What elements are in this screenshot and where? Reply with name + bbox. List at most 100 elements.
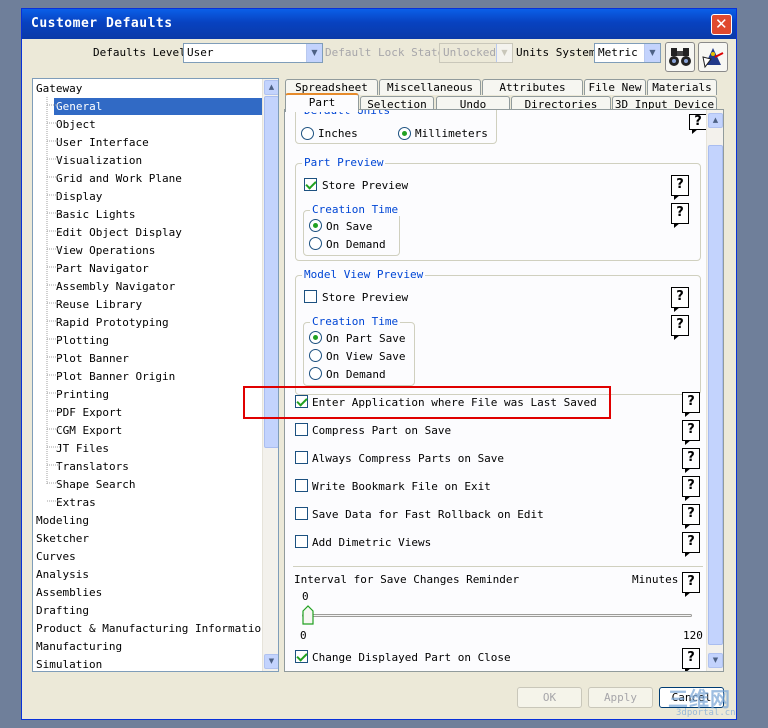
reminder-value: 0 xyxy=(302,590,309,603)
option-label: Always Compress Parts on Save xyxy=(312,452,505,465)
lock-state-value: Unlocked xyxy=(443,46,496,59)
tab-attributes[interactable]: Attributes xyxy=(482,79,583,95)
tree-item[interactable]: Sketcher xyxy=(34,530,91,547)
model-on-view-save-label: On View Save xyxy=(326,350,406,363)
option-checkbox[interactable] xyxy=(295,507,308,520)
tree-item[interactable]: Gateway xyxy=(34,80,84,97)
chevron-down-icon: ▼ xyxy=(496,44,512,62)
customer-defaults-dialog: Customer Defaults ✕ Defaults Level User … xyxy=(21,8,737,720)
model-store-preview-checkbox[interactable] xyxy=(304,290,317,303)
help-icon[interactable]: ? xyxy=(682,504,700,529)
tree-item[interactable]: Analysis xyxy=(34,566,91,583)
reminder-max-label: 120 xyxy=(683,629,703,642)
tree-scrollbar[interactable]: ▲ ▼ xyxy=(262,79,278,671)
scroll-up-icon[interactable]: ▲ xyxy=(708,113,723,128)
help-icon[interactable]: ? xyxy=(671,315,689,340)
help-icon[interactable]: ? xyxy=(682,648,700,671)
tree-item[interactable]: Product & Manufacturing Information xyxy=(34,620,270,637)
lock-state-label: Default Lock State xyxy=(325,46,445,59)
tree-item[interactable]: Manufacturing xyxy=(34,638,124,655)
defaults-level-dropdown[interactable]: User ▼ xyxy=(183,43,323,63)
option-checkbox[interactable] xyxy=(295,423,308,436)
reminder-min-label: 0 xyxy=(300,629,307,642)
change-displayed-part-label: Change Displayed Part on Close xyxy=(312,651,511,664)
category-tree[interactable]: Gateway General Object User Interface Visual… xyxy=(32,78,279,672)
units-system-label: Units System xyxy=(516,46,596,59)
tree-item[interactable]: Simulation xyxy=(34,656,104,671)
help-icon[interactable]: ? xyxy=(682,572,700,597)
divider xyxy=(293,566,703,567)
part-on-demand-label: On Demand xyxy=(326,238,386,251)
tree-item[interactable]: General xyxy=(54,98,262,115)
tree-item[interactable]: Curves xyxy=(34,548,78,565)
watermark-url: 3dportal.cn xyxy=(676,708,736,718)
tree-item[interactable]: Grid and Work Plane xyxy=(54,170,184,187)
help-icon[interactable]: ? xyxy=(682,392,700,417)
option-label: Save Data for Fast Rollback on Edit xyxy=(312,508,544,521)
part-on-save-radio[interactable] xyxy=(309,219,322,232)
help-icon[interactable]: ? xyxy=(682,476,700,501)
option-checkbox[interactable] xyxy=(295,451,308,464)
change-displayed-part-checkbox[interactable] xyxy=(295,650,308,663)
reminder-units-label: Minutes xyxy=(632,573,679,586)
part-on-demand-radio[interactable] xyxy=(309,237,322,250)
panel-scrollbar[interactable]: ▲ ▼ xyxy=(706,110,723,671)
tree-connector-path xyxy=(46,97,61,502)
defaults-level-label: Defaults Level xyxy=(93,46,186,59)
inches-label: Inches xyxy=(318,127,358,140)
tab-materials[interactable]: Materials xyxy=(647,79,717,95)
close-button[interactable]: ✕ xyxy=(711,14,732,35)
tree-connector-lines xyxy=(46,97,61,502)
tab-file-new[interactable]: File New xyxy=(584,79,646,95)
scroll-down-icon[interactable]: ▼ xyxy=(708,653,723,668)
tree-item[interactable]: Edit Object Display xyxy=(54,224,184,241)
tab-miscellaneous[interactable]: Miscellaneous xyxy=(379,79,481,95)
model-creation-time-title: Creation Time xyxy=(310,315,401,328)
scroll-up-icon[interactable]: ▲ xyxy=(264,80,278,95)
help-icon[interactable]: ? xyxy=(671,203,689,228)
lock-state-dropdown[interactable]: Unlocked ▼ xyxy=(439,43,513,63)
settings-wizard-button[interactable] xyxy=(698,42,728,72)
part-creation-time-title: Creation Time xyxy=(310,203,401,216)
part-preview-title: Part Preview xyxy=(302,156,386,169)
option-checkbox[interactable] xyxy=(295,535,308,548)
help-icon[interactable]: ? xyxy=(682,420,700,445)
help-icon[interactable]: ? xyxy=(682,448,700,473)
help-icon[interactable]: ? xyxy=(689,114,707,134)
reminder-slider-track[interactable] xyxy=(302,614,692,617)
scroll-thumb[interactable] xyxy=(708,145,723,645)
model-on-view-save-radio[interactable] xyxy=(309,349,322,362)
defaults-level-value: User xyxy=(187,46,214,59)
help-icon[interactable]: ? xyxy=(671,287,689,312)
part-store-preview-checkbox[interactable] xyxy=(304,178,317,191)
ok-button[interactable]: OK xyxy=(517,687,582,708)
scroll-down-icon[interactable]: ▼ xyxy=(264,654,278,669)
find-button[interactable] xyxy=(665,42,695,72)
wizard-icon xyxy=(702,48,724,69)
part-store-preview-label: Store Preview xyxy=(322,179,409,192)
model-on-demand-label: On Demand xyxy=(326,368,386,381)
highlight-annotation-box xyxy=(243,386,611,419)
chevron-down-icon: ▼ xyxy=(644,44,660,62)
millimeters-label: Millimeters xyxy=(415,127,488,140)
tab-part[interactable]: Part xyxy=(285,93,359,112)
model-on-part-save-label: On Part Save xyxy=(326,332,406,345)
units-system-value: Metric xyxy=(598,46,638,59)
inches-radio[interactable] xyxy=(301,127,314,140)
units-system-dropdown[interactable]: Metric ▼ xyxy=(594,43,661,63)
tree-item[interactable]: Drafting xyxy=(34,602,91,619)
millimeters-radio[interactable] xyxy=(398,127,411,140)
option-checkbox[interactable] xyxy=(295,479,308,492)
chevron-down-icon: ▼ xyxy=(306,44,322,62)
tree-item[interactable]: Assemblies xyxy=(34,584,104,601)
option-label: Add Dimetric Views xyxy=(312,536,432,549)
help-icon[interactable]: ? xyxy=(682,532,700,557)
title-bar: Customer Defaults ✕ xyxy=(22,9,736,39)
option-label: Write Bookmark File on Exit xyxy=(312,480,491,493)
help-icon[interactable]: ? xyxy=(671,175,689,200)
apply-button[interactable]: Apply xyxy=(588,687,653,708)
model-on-demand-radio[interactable] xyxy=(309,367,322,380)
model-store-preview-label: Store Preview xyxy=(322,291,409,304)
reminder-slider-thumb[interactable] xyxy=(302,605,314,625)
model-on-part-save-radio[interactable] xyxy=(309,331,322,344)
